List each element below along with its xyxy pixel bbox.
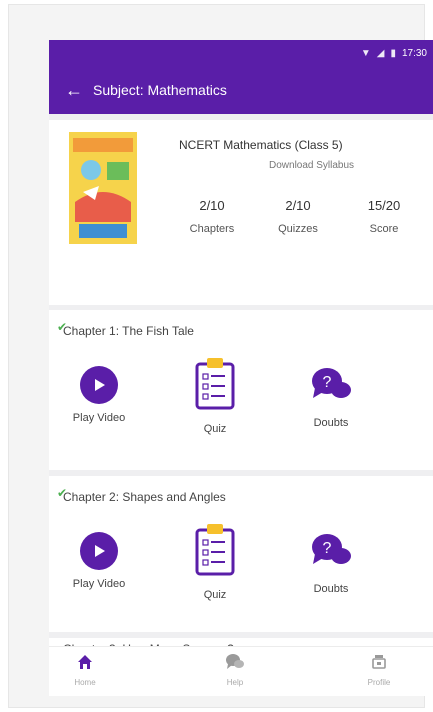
wifi-icon: ▼ — [360, 47, 371, 59]
quiz-button[interactable]: Quiz — [175, 524, 255, 601]
nav-label: Home — [74, 678, 96, 687]
phone-screen: ▼ ◢ ▮ 17:30 ← Subject: Mathematics NCERT… — [49, 40, 433, 696]
play-icon — [80, 532, 118, 570]
action-label: Play Video — [72, 578, 126, 590]
action-label: Play Video — [72, 412, 126, 424]
play-icon — [80, 366, 118, 404]
book-title: NCERT Mathematics (Class 5) — [179, 138, 343, 152]
back-arrow-icon[interactable]: ← — [65, 80, 83, 101]
doubts-button[interactable]: ? Doubts — [291, 364, 371, 429]
chapter-title: Chapter 2: Shapes and Angles — [63, 490, 226, 504]
action-label: Quiz — [203, 423, 227, 435]
play-video-button[interactable]: Play Video — [59, 532, 139, 590]
page-title: Subject: Mathematics — [93, 82, 227, 98]
stat-value: 2/10 — [199, 198, 225, 213]
book-stats: 2/10 Chapters 2/10 Quizzes 15/20 Score — [169, 198, 433, 235]
bottom-navigation: Home Help Profile — [49, 646, 433, 696]
book-cover-image — [69, 132, 137, 244]
download-syllabus-link[interactable]: Download Syllabus — [269, 160, 354, 171]
battery-icon: ▮ — [390, 47, 396, 59]
book-card: NCERT Mathematics (Class 5) Download Syl… — [49, 120, 433, 305]
status-bar: ▼ ◢ ▮ 17:30 — [49, 40, 433, 66]
signal-icon: ◢ — [376, 47, 385, 59]
play-video-button[interactable]: Play Video — [59, 366, 139, 424]
clipboard-icon — [195, 358, 235, 410]
doubts-chat-icon: ? — [312, 534, 351, 564]
status-time: 17:30 — [401, 47, 427, 59]
home-icon — [78, 655, 92, 669]
svg-text:?: ? — [323, 540, 332, 557]
action-label: Quiz — [203, 589, 227, 601]
chat-icon — [226, 654, 244, 669]
clipboard-icon — [195, 524, 235, 576]
nav-label: Help — [226, 678, 244, 687]
stat-quizzes: 2/10 Quizzes — [255, 198, 341, 235]
nav-label: Profile — [367, 678, 391, 687]
doubts-chat-icon: ? — [312, 368, 351, 398]
stat-value: 2/10 — [285, 198, 311, 213]
svg-text:?: ? — [323, 374, 332, 391]
action-label: Doubts — [313, 583, 349, 595]
app-bar: ← Subject: Mathematics — [49, 66, 433, 114]
stat-label: Score — [369, 223, 399, 235]
chapter-card-1: ✔ Chapter 1: The Fish Tale Play Video Qu… — [49, 310, 433, 470]
profile-icon — [372, 655, 386, 669]
quiz-button[interactable]: Quiz — [175, 358, 255, 435]
stat-label: Quizzes — [278, 223, 318, 235]
chapter-card-2: ✔ Chapter 2: Shapes and Angles Play Vide… — [49, 476, 433, 632]
stat-value: 15/20 — [367, 198, 401, 213]
nav-help[interactable]: Help — [205, 653, 265, 687]
stat-chapters: 2/10 Chapters — [169, 198, 255, 235]
nav-profile[interactable]: Profile — [349, 653, 409, 687]
chapter-title: Chapter 1: The Fish Tale — [63, 324, 194, 338]
stat-score: 15/20 Score — [341, 198, 427, 235]
nav-home[interactable]: Home — [55, 653, 115, 687]
stat-label: Chapters — [189, 223, 235, 235]
doubts-button[interactable]: ? Doubts — [291, 530, 371, 595]
action-label: Doubts — [313, 417, 349, 429]
